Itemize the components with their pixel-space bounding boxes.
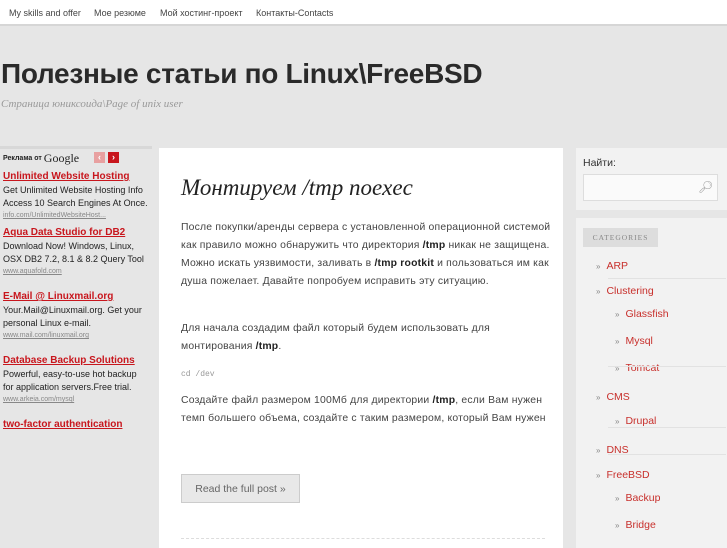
nav-skills[interactable]: My skills and offer xyxy=(9,8,81,18)
category-item[interactable]: » ARP xyxy=(596,260,628,272)
ad-item: Unlimited Website Hosting Get Unlimited W… xyxy=(3,169,149,221)
category-item[interactable]: » CMS xyxy=(596,391,630,403)
site-title[interactable]: Полезные статьи по Linux\FreeBSD xyxy=(1,58,483,90)
site-description: Страница юниксоида\Page of unix user xyxy=(1,98,183,110)
category-separator xyxy=(608,278,726,279)
chevron-double-right-icon: » xyxy=(596,471,601,480)
paragraph-text: Для начала создадим файл который будем и… xyxy=(181,323,491,352)
category-item[interactable]: » Tomcat xyxy=(615,362,659,374)
category-label[interactable]: Bridge xyxy=(625,519,655,531)
chevron-double-right-icon: » xyxy=(615,310,620,319)
ad-item: Aqua Data Studio for DB2 Download Now! Wi… xyxy=(3,225,149,277)
search-widget: Найти: 🔎︎ xyxy=(576,148,727,210)
ads-sidebar: Реклама от Google ‹ › Unlimited Website H… xyxy=(0,146,152,546)
chevron-double-right-icon: » xyxy=(615,494,620,503)
category-item[interactable]: » Backup xyxy=(615,492,660,504)
prev-arrow-icon[interactable]: ‹ xyxy=(94,152,105,163)
ad-text: Get Unlimited Website Hosting Info Acces… xyxy=(3,185,148,208)
path-text: /tmp xyxy=(255,341,279,352)
chevron-double-right-icon: » xyxy=(596,287,601,296)
ads-label: Реклама от xyxy=(3,154,42,162)
paragraph-text: . xyxy=(278,341,282,352)
code-snippet: cd /dev xyxy=(181,370,215,379)
category-separator xyxy=(608,454,726,455)
category-item[interactable]: » Clustering xyxy=(596,285,654,297)
category-item[interactable]: » Glassfish xyxy=(615,308,669,320)
next-arrow-icon[interactable]: › xyxy=(108,152,119,163)
chevron-double-right-icon: » xyxy=(596,393,601,402)
post-paragraph: Создайте файл размером 100Мб для директо… xyxy=(181,392,551,428)
category-separator xyxy=(608,427,726,428)
ad-title-link[interactable]: Aqua Data Studio for DB2 xyxy=(3,225,149,240)
ads-header: Реклама от Google xyxy=(3,151,149,165)
post-title[interactable]: Монтируем /tmp noexec xyxy=(181,175,413,201)
categories-title: CATEGORIES xyxy=(583,228,658,247)
ad-item: Database Backup Solutions Powerful, easy-… xyxy=(3,353,149,405)
category-item[interactable]: » Bridge xyxy=(615,519,656,531)
ad-url-link[interactable]: www.aquafold.com xyxy=(3,266,149,277)
ad-title-link[interactable]: two-factor authentication xyxy=(3,417,149,432)
category-label[interactable]: Clustering xyxy=(606,285,653,297)
ad-title-link[interactable]: Unlimited Website Hosting xyxy=(3,169,149,184)
search-icon[interactable]: 🔎︎ xyxy=(698,180,713,194)
category-label[interactable]: Mysql xyxy=(625,335,652,347)
chevron-double-right-icon: » xyxy=(615,337,620,346)
nav-hosting[interactable]: Мой хостинг-проект xyxy=(160,8,243,18)
category-label[interactable]: Glassfish xyxy=(625,308,668,320)
google-logo: Google xyxy=(43,150,80,165)
ad-url-link[interactable]: info.com/UnlimitedWebsiteHost... xyxy=(3,210,149,221)
ad-url-link[interactable]: www.mail.com/linuxmail.org xyxy=(3,330,149,341)
search-label: Найти: xyxy=(583,157,616,169)
nav-contacts[interactable]: Контакты-Contacts xyxy=(256,8,333,18)
category-label[interactable]: ARP xyxy=(606,260,628,272)
category-label[interactable]: CMS xyxy=(606,391,629,403)
category-label[interactable]: Backup xyxy=(625,492,660,504)
category-label[interactable]: Tomcat xyxy=(625,362,659,374)
path-text: /tmp xyxy=(422,240,446,251)
category-separator xyxy=(608,366,726,367)
post-paragraph: После покупки/аренды сервера с установле… xyxy=(181,219,551,291)
post-paragraph: Для начала создадим файл который будем и… xyxy=(181,320,551,356)
categories-widget: CATEGORIES » ARP » Clustering » Glassfish » Mys… xyxy=(576,218,727,548)
top-navigation: My skills and offer Мое резюме Мой хости… xyxy=(0,0,727,26)
chevron-double-right-icon: » xyxy=(615,521,620,530)
category-label[interactable]: Drupal xyxy=(625,415,656,427)
paragraph-text: Создайте файл размером 100Мб для директо… xyxy=(181,395,433,406)
chevron-double-right-icon: » xyxy=(596,262,601,271)
ad-item: E-Mail @ Linuxmail.org Your.Mail@Linuxmai… xyxy=(3,289,149,341)
main-content: Монтируем /tmp noexec После покупки/арен… xyxy=(159,148,563,548)
ad-item: two-factor authentication xyxy=(3,417,149,432)
category-label[interactable]: FreeBSD xyxy=(606,469,649,481)
chevron-double-right-icon: » xyxy=(615,417,620,426)
ad-text: Powerful, easy-to-use hot backup for app… xyxy=(3,369,137,392)
path-text: /tmp rootkit xyxy=(374,258,434,269)
read-more-button[interactable]: Read the full post » xyxy=(181,474,300,503)
ad-text: Your.Mail@Linuxmail.org. Get your person… xyxy=(3,305,142,328)
category-item[interactable]: » Drupal xyxy=(615,415,656,427)
ad-text: Download Now! Windows, Linux, OSX DB2 7.… xyxy=(3,241,144,264)
chevron-double-right-icon: » xyxy=(596,446,601,455)
category-item[interactable]: » FreeBSD xyxy=(596,469,650,481)
ad-url-link[interactable]: www.arkeia.com/mysql xyxy=(3,394,149,405)
divider xyxy=(181,538,545,539)
ad-title-link[interactable]: Database Backup Solutions xyxy=(3,353,149,368)
path-text: /tmp xyxy=(432,395,456,406)
ad-title-link[interactable]: E-Mail @ Linuxmail.org xyxy=(3,289,149,304)
category-item[interactable]: » Mysql xyxy=(615,335,653,347)
nav-resume[interactable]: Мое резюме xyxy=(94,8,146,18)
